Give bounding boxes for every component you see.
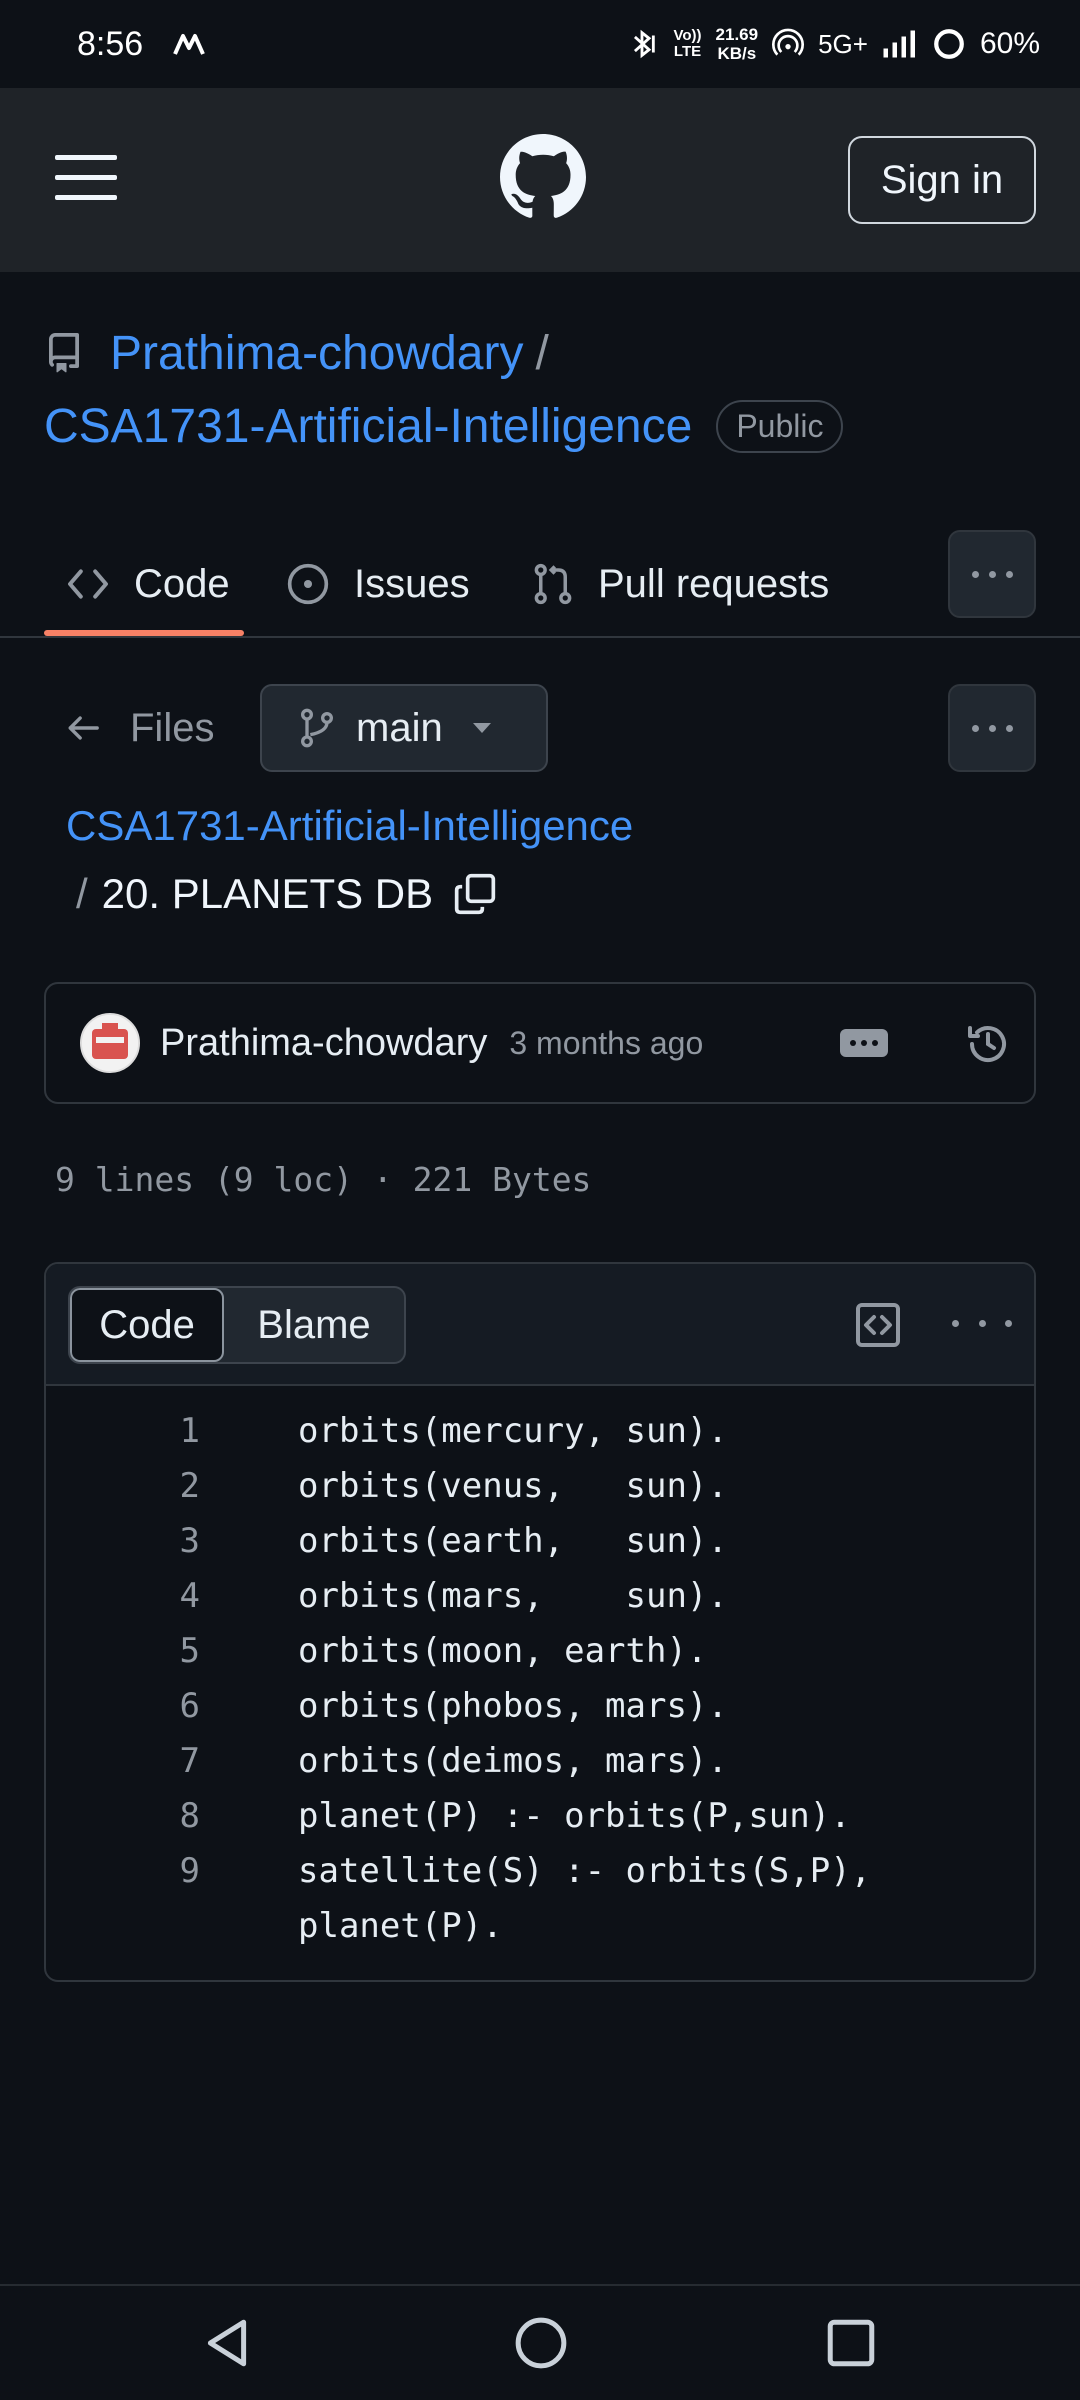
volte-indicator: Vo)) LTE [673, 27, 702, 60]
code-viewer: Code Blame 1 orbits(mercury, sun). 2 orbit… [44, 1262, 1036, 1982]
commit-time: 3 months ago [509, 1024, 704, 1061]
battery-ring-icon [934, 29, 964, 59]
sign-in-button[interactable]: Sign in [848, 136, 1036, 224]
repo-title: Prathima-chowdary / CSA1731-Artificial-I… [44, 318, 1044, 464]
avatar[interactable] [80, 1013, 140, 1073]
hotspot-icon [772, 28, 805, 56]
file-name: 20. PLANETS DB [101, 870, 434, 917]
arrow-left-icon [68, 716, 99, 740]
home-icon[interactable] [514, 2316, 568, 2370]
view-toggle: Code Blame [68, 1286, 406, 1364]
battery-level: 60% [979, 27, 1040, 60]
system-nav-bar [0, 2284, 1080, 2400]
code-more-icon[interactable] [952, 1308, 1012, 1338]
code-viewer-header: Code Blame [46, 1264, 1034, 1386]
repo-icon [48, 333, 79, 373]
code-line: 4 orbits(mars, sun). [179, 1576, 728, 1616]
breadcrumb-separator: / [76, 870, 88, 917]
commit-author[interactable]: Prathima-chowdary [160, 1022, 487, 1065]
file-more-button[interactable] [948, 684, 1036, 772]
code-icon [68, 569, 108, 599]
network-speed: 21.69 KB/s [715, 25, 759, 63]
copy-path-icon[interactable] [453, 872, 497, 916]
files-back-button[interactable]: Files [66, 698, 214, 758]
code-line: 5 orbits(moon, earth). [179, 1631, 708, 1671]
repo-owner-link[interactable]: Prathima-chowdary [110, 326, 523, 381]
repo-separator: / [535, 326, 549, 380]
latest-commit-box: Prathima-chowdary 3 months ago [44, 982, 1036, 1104]
tab-pull-requests[interactable]: Pull requests [532, 530, 829, 638]
code-line: 1 orbits(mercury, sun). [179, 1411, 728, 1451]
signal-icon [883, 30, 915, 58]
code-line: 3 orbits(earth, sun). [179, 1521, 728, 1561]
pull-request-icon [534, 563, 572, 605]
status-time: 8:56 [77, 24, 144, 63]
active-tab-indicator [44, 630, 244, 636]
code-view-button[interactable]: Code [70, 1288, 224, 1362]
back-icon[interactable] [202, 2316, 252, 2370]
site-header: Sign in [0, 88, 1080, 272]
file-meta: 9 lines (9 loc) · 221 Bytes [55, 1160, 592, 1199]
bluetooth-icon [634, 29, 656, 59]
tabs-more-button[interactable] [948, 530, 1036, 618]
branch-name: main [356, 705, 443, 750]
git-branch-icon [301, 708, 333, 748]
recents-icon[interactable] [826, 2316, 876, 2370]
commit-message-expand-button[interactable] [840, 1029, 888, 1057]
breadcrumb-repo-link[interactable]: CSA1731-Artificial-Intelligence [66, 796, 1026, 856]
code-line: 8 planet(P) :- orbits(P,sun). [179, 1796, 851, 1836]
code-line: 7 orbits(deimos, mars). [179, 1741, 728, 1781]
tab-code[interactable]: Code [66, 530, 230, 638]
tab-issues[interactable]: Issues [286, 530, 470, 638]
visibility-badge: Public [716, 399, 844, 453]
issue-icon [287, 563, 329, 605]
code-line: 6 orbits(phobos, mars). [179, 1686, 728, 1726]
status-bar: 8:56 Vo)) LTE 21.69 KB/s 5G+ 60% [0, 0, 1080, 88]
code-line: 9 satellite(S) :- orbits(S,P), [179, 1851, 872, 1891]
blame-view-button[interactable]: Blame [224, 1288, 404, 1362]
branch-select-button[interactable]: main [260, 684, 548, 772]
robot-avatar-icon [82, 1015, 138, 1071]
breadcrumb: CSA1731-Artificial-Intelligence / 20. PL… [66, 796, 1026, 932]
code-body: 1 orbits(mercury, sun). 2 orbits(venus, su… [46, 1386, 1034, 1954]
menu-icon[interactable] [55, 155, 117, 201]
caret-down-icon [472, 723, 491, 733]
notification-icon [173, 34, 206, 55]
code-line-wrap: planet(P). [298, 1906, 503, 1946]
code-line: 2 orbits(venus, sun). [179, 1466, 728, 1506]
raw-code-icon[interactable] [854, 1301, 902, 1349]
history-icon[interactable] [964, 1020, 1012, 1068]
repo-name-link[interactable]: CSA1731-Artificial-Intelligence [44, 399, 692, 454]
github-logo-icon[interactable] [500, 134, 586, 220]
network-type: 5G+ [818, 28, 868, 59]
repo-tabs: Code Issues Pull requests [0, 530, 1080, 638]
